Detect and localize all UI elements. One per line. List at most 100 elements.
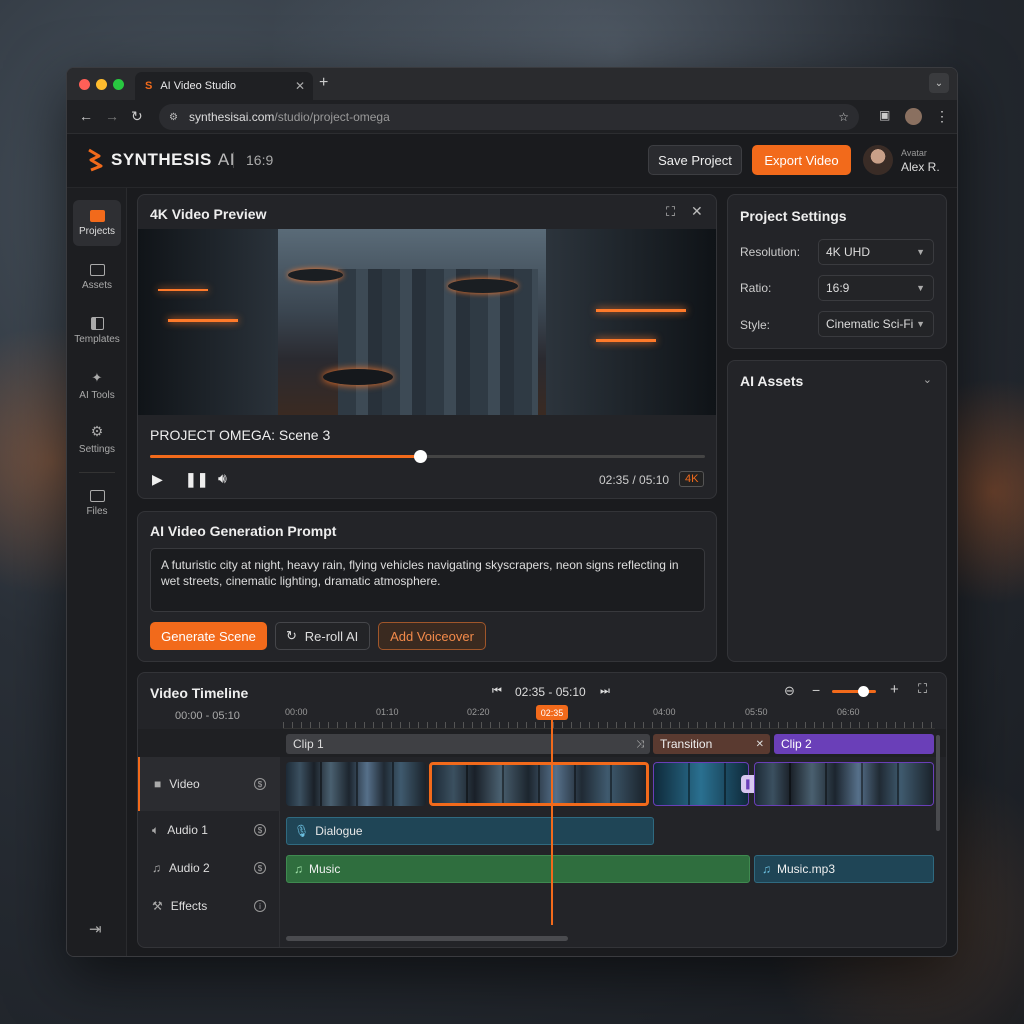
video-clip-thumbnail[interactable]: [653, 762, 749, 806]
sidebar-item-settings[interactable]: ⚙ Settings: [73, 416, 121, 462]
close-icon[interactable]: ✕: [756, 739, 764, 750]
sidebar-item-projects[interactable]: Projects: [73, 200, 121, 246]
zoom-in-icon[interactable]: +: [890, 681, 899, 698]
vertical-scrollbar[interactable]: [936, 735, 940, 831]
logout-icon[interactable]: ⇥: [89, 920, 102, 938]
track-effects[interactable]: ⚒ Effects i: [138, 887, 280, 925]
zoom-out-icon[interactable]: −: [812, 682, 820, 698]
transition-bar[interactable]: Transition ✕: [653, 734, 770, 754]
track-video[interactable]: ■ Video $: [138, 757, 280, 811]
ruler-tick-label: 04:00: [653, 707, 676, 717]
video-clip-selected[interactable]: [429, 762, 649, 806]
track-label: Effects: [170, 899, 208, 913]
sidebar-toggle-icon[interactable]: ▣: [879, 108, 890, 122]
url-field[interactable]: ⚙ synthesisai.com/studio/project-omega ☆: [159, 104, 859, 130]
video-clip-thumbnail[interactable]: [286, 762, 426, 806]
chevron-down-icon: ▼: [916, 247, 925, 257]
generate-scene-button[interactable]: Generate Scene: [150, 622, 267, 650]
fullscreen-icon[interactable]: ⛶: [666, 204, 675, 220]
url-host: synthesisai.com: [189, 110, 275, 124]
dialogue-clip[interactable]: 🎙︎ Dialogue: [286, 817, 654, 845]
flying-vehicle: [448, 279, 518, 293]
timeline-title: Video Timeline: [150, 685, 249, 701]
sidebar-item-files[interactable]: Files: [73, 480, 121, 526]
close-icon[interactable]: ✕: [691, 203, 703, 220]
track-audio2[interactable]: ♫ Audio 2 $: [138, 849, 280, 887]
add-voiceover-button[interactable]: Add Voiceover: [378, 622, 486, 650]
site-info-icon[interactable]: ⚙: [169, 112, 178, 123]
reload-icon[interactable]: ↻: [131, 108, 143, 125]
progress-handle[interactable]: [414, 450, 427, 463]
ratio-label: Ratio:: [740, 281, 772, 295]
music-clip[interactable]: ♫ Music: [286, 855, 750, 883]
fit-icon[interactable]: ⛶: [918, 681, 927, 697]
video-clip-thumbnail[interactable]: [754, 762, 934, 806]
info-icon[interactable]: $: [254, 778, 266, 790]
playhead-line[interactable]: [551, 717, 553, 925]
resolution-select[interactable]: 4K UHD ▼: [818, 239, 934, 265]
new-tab-button[interactable]: +: [319, 74, 328, 92]
zoom-handle[interactable]: [858, 686, 869, 697]
close-tab-icon[interactable]: ✕: [295, 79, 305, 93]
tab-list-chevron-icon[interactable]: ⌄: [929, 73, 949, 93]
brand-logo[interactable]: SYNTHESIS AI: [85, 148, 235, 172]
clip1-bar[interactable]: Clip 1 ⤨: [286, 734, 650, 754]
skip-forward-icon[interactable]: ⏭: [600, 685, 610, 698]
reroll-button[interactable]: ↻ Re-roll AI: [275, 622, 370, 650]
ruler-tick-label: 01:10: [376, 707, 399, 717]
clip1-label: Clip 1: [293, 737, 324, 751]
sidebar-divider: [79, 472, 115, 473]
save-project-button[interactable]: Save Project: [648, 145, 742, 175]
playhead-label[interactable]: 02:35: [536, 705, 568, 720]
style-select[interactable]: Cinematic Sci-Fi ▼: [818, 311, 934, 337]
settings-title: Project Settings: [740, 208, 847, 224]
volume-icon[interactable]: 🔊︎: [218, 470, 227, 487]
forward-icon[interactable]: →: [105, 108, 119, 124]
zoom-slider[interactable]: [832, 686, 876, 697]
info-icon[interactable]: i: [254, 900, 266, 912]
resolution-label: Resolution:: [740, 245, 801, 259]
bookmark-star-icon[interactable]: ☆: [838, 110, 849, 124]
sidebar-item-ai-tools[interactable]: ✦ AI Tools: [73, 362, 121, 408]
zoom-icon[interactable]: ⊖: [784, 683, 795, 699]
close-window-button[interactable]: [79, 79, 90, 90]
user-caption: Avatar: [901, 148, 927, 158]
browser-menu-icon[interactable]: ⋮: [935, 108, 949, 125]
user-avatar[interactable]: [863, 145, 893, 175]
video-camera-icon: ■: [154, 777, 162, 791]
ruler[interactable]: 00:00 01:10 02:20 04:00 05:50 06:60: [283, 705, 935, 729]
prompt-textarea[interactable]: A futuristic city at night, heavy rain, …: [150, 548, 705, 612]
preview-title: 4K Video Preview: [150, 206, 267, 222]
info-icon[interactable]: $: [254, 824, 266, 836]
track-audio1[interactable]: 🔈︎ Audio 1 $: [138, 811, 280, 849]
sidebar-item-templates[interactable]: Templates: [73, 308, 121, 354]
sidebar-item-assets[interactable]: Assets: [73, 254, 121, 300]
ratio-select[interactable]: 16:9 ▼: [818, 275, 934, 301]
flying-vehicle: [288, 269, 343, 281]
dialogue-label: Dialogue: [315, 824, 363, 838]
music-file-clip[interactable]: ♫ Music.mp3: [754, 855, 934, 883]
tab-bar: S AI Video Studio ✕ + ⌄: [67, 68, 957, 100]
chevron-down-icon[interactable]: ⌄: [923, 373, 932, 386]
horizontal-scrollbar[interactable]: [286, 936, 568, 941]
maximize-window-button[interactable]: [113, 79, 124, 90]
play-icon[interactable]: ▶: [152, 471, 163, 488]
skip-back-icon[interactable]: ⏮: [492, 685, 502, 698]
clip2-bar[interactable]: Clip 2: [774, 734, 934, 754]
info-icon[interactable]: $: [254, 862, 266, 874]
pause-icon[interactable]: ❚❚: [185, 471, 208, 488]
ruler-tick-label: 02:20: [467, 707, 490, 717]
music-file-label: Music.mp3: [777, 862, 836, 876]
export-video-button[interactable]: Export Video: [752, 145, 851, 175]
address-bar: ← → ↻ ⚙ synthesisai.com/studio/project-o…: [67, 100, 957, 134]
profile-avatar-icon[interactable]: [905, 108, 922, 125]
clip-settings-icon[interactable]: ⤨: [636, 739, 644, 750]
back-icon[interactable]: ←: [79, 108, 93, 124]
browser-tab[interactable]: S AI Video Studio ✕: [135, 72, 313, 100]
progress-track[interactable]: [150, 450, 705, 463]
assets-title: AI Assets: [740, 373, 804, 389]
video-frame[interactable]: [138, 229, 716, 415]
timeline-range: 02:35 - 05:10: [515, 685, 586, 699]
sidebar-item-label: Templates: [74, 334, 120, 345]
minimize-window-button[interactable]: [96, 79, 107, 90]
